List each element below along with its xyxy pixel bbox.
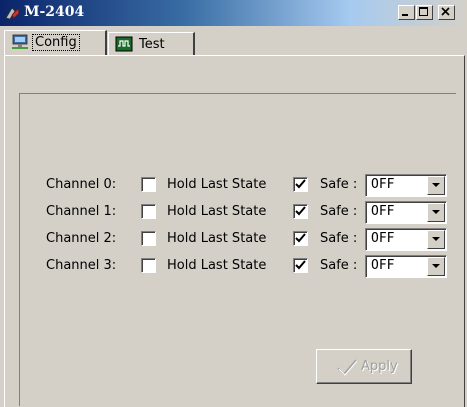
dropdown-button[interactable] — [427, 203, 445, 222]
hold-last-state-checkbox[interactable] — [141, 204, 156, 219]
hold-last-state-label: Hold Last State — [167, 231, 267, 246]
safe-value-select[interactable]: OFF — [365, 255, 447, 278]
network-config-icon — [12, 34, 28, 49]
window-title: M-2404 — [24, 4, 85, 20]
chevron-down-icon — [432, 210, 440, 214]
chevron-down-icon — [432, 183, 440, 187]
safe-value-select[interactable]: OFF — [365, 174, 447, 197]
channel-row-0: Channel 0: Hold Last State Safe : OFF — [20, 174, 456, 197]
apply-button[interactable]: Apply — [316, 349, 412, 384]
dropdown-button[interactable] — [427, 230, 445, 249]
close-button[interactable] — [438, 5, 455, 20]
safe-label: Safe : — [320, 258, 358, 273]
safe-checkbox[interactable] — [293, 258, 308, 273]
safe-label: Safe : — [320, 231, 358, 246]
safe-value-select[interactable]: OFF — [365, 228, 447, 251]
channel-row-2: Channel 2: Hold Last State Safe : OFF — [20, 228, 456, 251]
safe-value: OFF — [371, 177, 395, 192]
safe-value: OFF — [371, 231, 395, 246]
hold-last-state-checkbox[interactable] — [141, 258, 156, 273]
safe-label: Safe : — [320, 177, 358, 192]
hold-last-state-checkbox[interactable] — [141, 177, 156, 192]
hold-last-state-label: Hold Last State — [167, 204, 267, 219]
safe-checkbox[interactable] — [293, 177, 308, 192]
safe-value: OFF — [371, 204, 395, 219]
hold-last-state-label: Hold Last State — [167, 177, 267, 192]
checkmark-icon — [295, 206, 306, 216]
tab-test-label: Test — [139, 37, 165, 52]
hold-last-state-label: Hold Last State — [167, 258, 267, 273]
safe-checkbox[interactable] — [293, 231, 308, 246]
dropdown-button[interactable] — [427, 176, 445, 195]
tab-config[interactable]: Config — [4, 30, 107, 55]
tab-test[interactable]: Test — [108, 32, 195, 55]
checkmark-icon — [295, 179, 306, 189]
channel-row-1: Channel 1: Hold Last State Safe : OFF — [20, 201, 456, 224]
safe-value: OFF — [371, 258, 395, 273]
channel-label: Channel 3: — [46, 258, 117, 273]
minimize-icon — [402, 14, 408, 16]
app-window: M-2404 Config Test Channel 0: Hold Last … — [0, 0, 467, 407]
dropdown-button[interactable] — [427, 257, 445, 276]
close-icon — [441, 7, 450, 16]
maximize-button[interactable] — [416, 5, 433, 20]
tab-config-label: Config — [32, 34, 80, 51]
app-icon — [5, 7, 20, 20]
minimize-button[interactable] — [398, 5, 415, 20]
checkmark-icon — [337, 359, 358, 376]
channel-row-3: Channel 3: Hold Last State Safe : OFF — [20, 255, 456, 278]
safe-checkbox[interactable] — [293, 204, 308, 219]
hold-last-state-checkbox[interactable] — [141, 231, 156, 246]
checkmark-icon — [295, 233, 306, 243]
safe-label: Safe : — [320, 204, 358, 219]
channel-label: Channel 2: — [46, 231, 117, 246]
channel-label: Channel 0: — [46, 177, 117, 192]
maximize-icon — [419, 7, 428, 16]
apply-label: Apply — [361, 359, 398, 374]
chevron-down-icon — [432, 237, 440, 241]
safe-value-select[interactable]: OFF — [365, 201, 447, 224]
channel-label: Channel 1: — [46, 204, 117, 219]
chevron-down-icon — [432, 264, 440, 268]
title-bar[interactable]: M-2404 — [0, 0, 467, 26]
oscilloscope-icon — [115, 36, 133, 52]
checkmark-icon — [295, 260, 306, 270]
